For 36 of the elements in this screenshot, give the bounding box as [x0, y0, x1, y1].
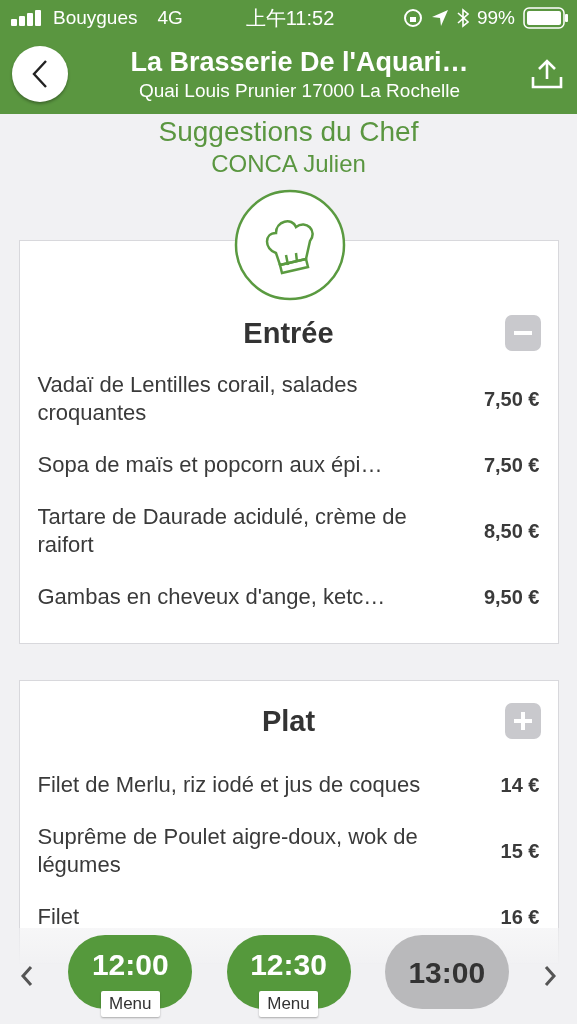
dish-name: Filet de Merlu, riz iodé et jus de coques	[37, 771, 422, 799]
share-icon[interactable]	[531, 59, 563, 89]
page-heading: Suggestions du Chef	[158, 116, 419, 148]
dish-price: 7,50 €	[483, 387, 540, 411]
dish-name: Sopa de maïs et popcorn aux épi…	[37, 451, 384, 479]
back-chevron-icon	[31, 59, 49, 89]
menu-tag: Menu	[101, 991, 160, 1017]
restaurant-name: La Brasserie De l'Aquari…	[130, 46, 469, 78]
minus-icon	[513, 331, 532, 335]
dish-price: 9,50 €	[483, 585, 540, 609]
rotation-lock-icon	[402, 8, 423, 28]
network-type: 4G	[157, 7, 183, 29]
battery-icon	[523, 7, 569, 29]
dish-price: 8,50 €	[483, 519, 540, 543]
restaurant-address: Quai Louis Prunier 17000 La Rochelle	[138, 79, 461, 102]
section-title: Entrée	[243, 316, 334, 350]
back-button[interactable]	[12, 46, 68, 102]
dish-name: Tartare de Daurade acidulé, crème de raifort	[37, 503, 408, 559]
carrier-name: Bouygues	[53, 7, 138, 29]
dish-price: 15 €	[500, 839, 540, 863]
dish-name: Suprême de Poulet aigre-doux, wok de légumes	[37, 823, 419, 879]
location-arrow-icon	[430, 9, 449, 27]
dish-name: Gambas en cheveux d'ange, ketc…	[37, 583, 387, 611]
dish-price: 14 €	[500, 773, 540, 797]
menu-tag: Menu	[259, 991, 318, 1017]
section-title: Plat	[261, 704, 316, 738]
bluetooth-icon	[456, 8, 469, 28]
plus-icon	[513, 712, 532, 730]
chef-name: CONCA Julien	[211, 150, 366, 178]
battery-percent: 99%	[476, 7, 515, 29]
dish-price: 16 €	[500, 905, 540, 929]
status-time: 上午11:52	[245, 5, 335, 31]
dish-name: Vadaï de Lentilles corail, salades croquantes	[37, 371, 359, 427]
time-slot-button[interactable]: 13:00	[384, 935, 509, 1009]
dish-price: 7,50 €	[483, 453, 540, 477]
dish-name: Filet	[37, 903, 81, 931]
